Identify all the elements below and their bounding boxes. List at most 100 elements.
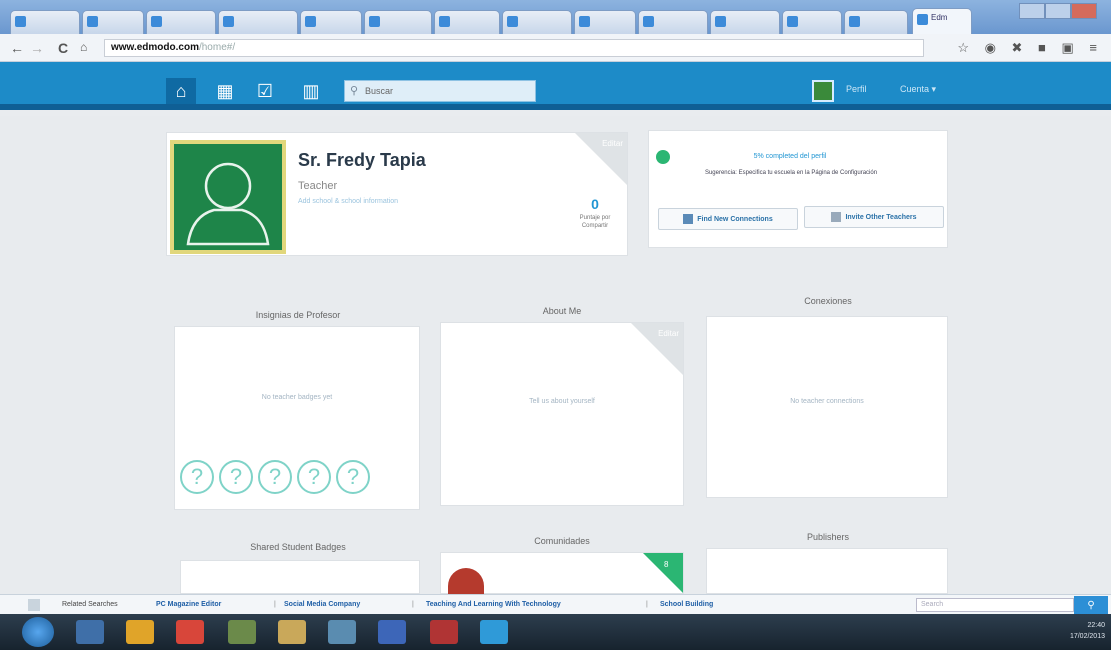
favicon-icon bbox=[507, 16, 518, 27]
browser-tab[interactable] bbox=[574, 10, 636, 34]
browser-tab-active[interactable]: Edm bbox=[912, 8, 972, 34]
favicon-icon bbox=[715, 16, 726, 27]
browser-tab[interactable] bbox=[782, 10, 842, 34]
browser-tab[interactable] bbox=[300, 10, 362, 34]
close-window-button[interactable] bbox=[1071, 3, 1097, 19]
maximize-button[interactable] bbox=[1045, 3, 1071, 19]
windows-taskbar: 22:40 17/02/2013 bbox=[0, 614, 1111, 650]
skype-icon[interactable] bbox=[480, 620, 508, 644]
no-connections-text: No teacher connections bbox=[790, 398, 864, 405]
favicon-icon bbox=[579, 16, 590, 27]
browser-tab[interactable] bbox=[364, 10, 432, 34]
separator: | bbox=[646, 601, 648, 608]
url-field[interactable]: www.edmodo.com/home#/ bbox=[104, 39, 924, 57]
app-icon[interactable] bbox=[228, 620, 256, 644]
search-icon: ⚲ bbox=[350, 85, 359, 97]
browser-tab[interactable] bbox=[844, 10, 908, 34]
search-placeholder: Buscar bbox=[365, 86, 394, 96]
folder-icon[interactable] bbox=[278, 620, 306, 644]
related-link[interactable]: School Building bbox=[660, 601, 713, 608]
find-connections-label: Find New Connections bbox=[697, 215, 773, 223]
browser-tab[interactable] bbox=[638, 10, 708, 34]
app-icon[interactable] bbox=[430, 620, 458, 644]
address-bar: ← → C ⌂ www.edmodo.com/home#/ ☆ ◉ ✖ ■ ▣ … bbox=[0, 34, 1111, 62]
browser-tab[interactable] bbox=[10, 10, 80, 34]
related-searches-label: Related Searches bbox=[62, 601, 118, 608]
badge-placeholder[interactable]: ? bbox=[336, 460, 370, 494]
related-link[interactable]: PC Magazine Editor bbox=[156, 601, 221, 608]
home-icon[interactable]: ⌂ bbox=[80, 40, 87, 54]
toolbar-icon[interactable] bbox=[28, 599, 40, 611]
firefox-icon[interactable] bbox=[126, 620, 154, 644]
shared-badges-title: Shared Student Badges bbox=[250, 542, 346, 552]
minimize-button[interactable] bbox=[1019, 3, 1045, 19]
browser-tab[interactable] bbox=[502, 10, 572, 34]
favicon-icon bbox=[305, 16, 316, 27]
avatar[interactable] bbox=[170, 140, 286, 254]
favicon-icon bbox=[15, 16, 26, 27]
browser-tab[interactable] bbox=[146, 10, 216, 34]
cuenta-menu[interactable]: Cuenta ▾ bbox=[900, 84, 936, 95]
word-icon[interactable] bbox=[378, 620, 406, 644]
connections-card bbox=[706, 316, 948, 498]
back-icon[interactable]: ← bbox=[10, 40, 24, 56]
calendar-icon[interactable]: ▦ bbox=[210, 78, 240, 104]
related-link[interactable]: Social Media Company bbox=[284, 601, 360, 608]
add-school-link[interactable]: Add school & school information bbox=[298, 198, 398, 205]
favicon-icon bbox=[643, 16, 654, 27]
favicon-icon bbox=[87, 16, 98, 27]
favicon-icon bbox=[787, 16, 798, 27]
tab-title: Edm bbox=[931, 13, 948, 22]
communities-title: Comunidades bbox=[534, 536, 590, 546]
forward-icon[interactable]: → bbox=[30, 40, 44, 56]
find-connections-button[interactable]: Find New Connections bbox=[658, 208, 798, 230]
about-me-empty: Tell us about yourself bbox=[529, 398, 595, 405]
extension-icons[interactable]: ☆ ◉ ✖ ■ ▣ ≡ bbox=[957, 40, 1103, 56]
publishers-title: Publishers bbox=[806, 532, 850, 542]
search-input[interactable]: ⚲ Buscar bbox=[344, 80, 536, 102]
browser-tab[interactable] bbox=[218, 10, 298, 34]
invite-teachers-button[interactable]: Invite Other Teachers bbox=[804, 206, 944, 228]
profile-role: Teacher bbox=[298, 180, 338, 192]
badge-placeholder[interactable]: ? bbox=[219, 460, 253, 494]
share-points-label: Puntaje por Compartir bbox=[579, 215, 611, 229]
browser-tab[interactable] bbox=[434, 10, 500, 34]
reload-icon[interactable]: C bbox=[58, 40, 68, 56]
header-avatar[interactable] bbox=[812, 80, 834, 102]
silhouette-icon bbox=[186, 162, 270, 246]
badge-placeholder[interactable]: ? bbox=[297, 460, 331, 494]
app-icon[interactable] bbox=[328, 620, 356, 644]
separator: | bbox=[412, 601, 414, 608]
badge-placeholder[interactable]: ? bbox=[180, 460, 214, 494]
communities-count: 8 bbox=[664, 560, 669, 569]
browser-tab[interactable] bbox=[82, 10, 144, 34]
perfil-link[interactable]: Perfil bbox=[846, 84, 867, 94]
no-badges-text: No teacher badges yet bbox=[261, 394, 333, 401]
library-icon[interactable]: ▥ bbox=[296, 78, 326, 104]
grades-check-icon[interactable]: ☑ bbox=[250, 78, 280, 104]
related-search-input[interactable]: Search bbox=[916, 598, 1074, 612]
clock-time: 22:40 bbox=[1087, 622, 1105, 629]
about-me-title: About Me bbox=[542, 306, 582, 316]
publishers-card bbox=[706, 548, 948, 594]
home-icon[interactable]: ⌂ bbox=[166, 78, 196, 104]
related-search-placeholder: Search bbox=[921, 601, 944, 608]
about-edit-label[interactable]: Editar bbox=[658, 329, 679, 338]
favicon-icon bbox=[439, 16, 450, 27]
chrome-icon[interactable] bbox=[176, 620, 204, 644]
start-button[interactable] bbox=[22, 617, 54, 647]
related-link[interactable]: Teaching And Learning With Technology bbox=[426, 601, 561, 608]
explorer-icon[interactable] bbox=[76, 620, 104, 644]
system-tray[interactable]: 22:40 17/02/2013 bbox=[1070, 620, 1105, 642]
badge-placeholders: ? ? ? ? ? bbox=[180, 460, 370, 494]
edmodo-header: ⌂ ▦ ☑ ▥ ⚲ Buscar Perfil Cuenta ▾ bbox=[0, 62, 1111, 110]
edit-label[interactable]: Editar bbox=[602, 139, 623, 148]
badge-placeholder[interactable]: ? bbox=[258, 460, 292, 494]
about-me-card: Editar bbox=[440, 322, 684, 506]
communities-corner bbox=[643, 553, 683, 593]
share-points-count: 0 bbox=[591, 196, 599, 212]
related-search-button[interactable]: ⚲ bbox=[1074, 596, 1108, 614]
connections-title: Conexiones bbox=[804, 296, 852, 306]
favicon-icon bbox=[917, 14, 928, 25]
browser-tab[interactable] bbox=[710, 10, 780, 34]
